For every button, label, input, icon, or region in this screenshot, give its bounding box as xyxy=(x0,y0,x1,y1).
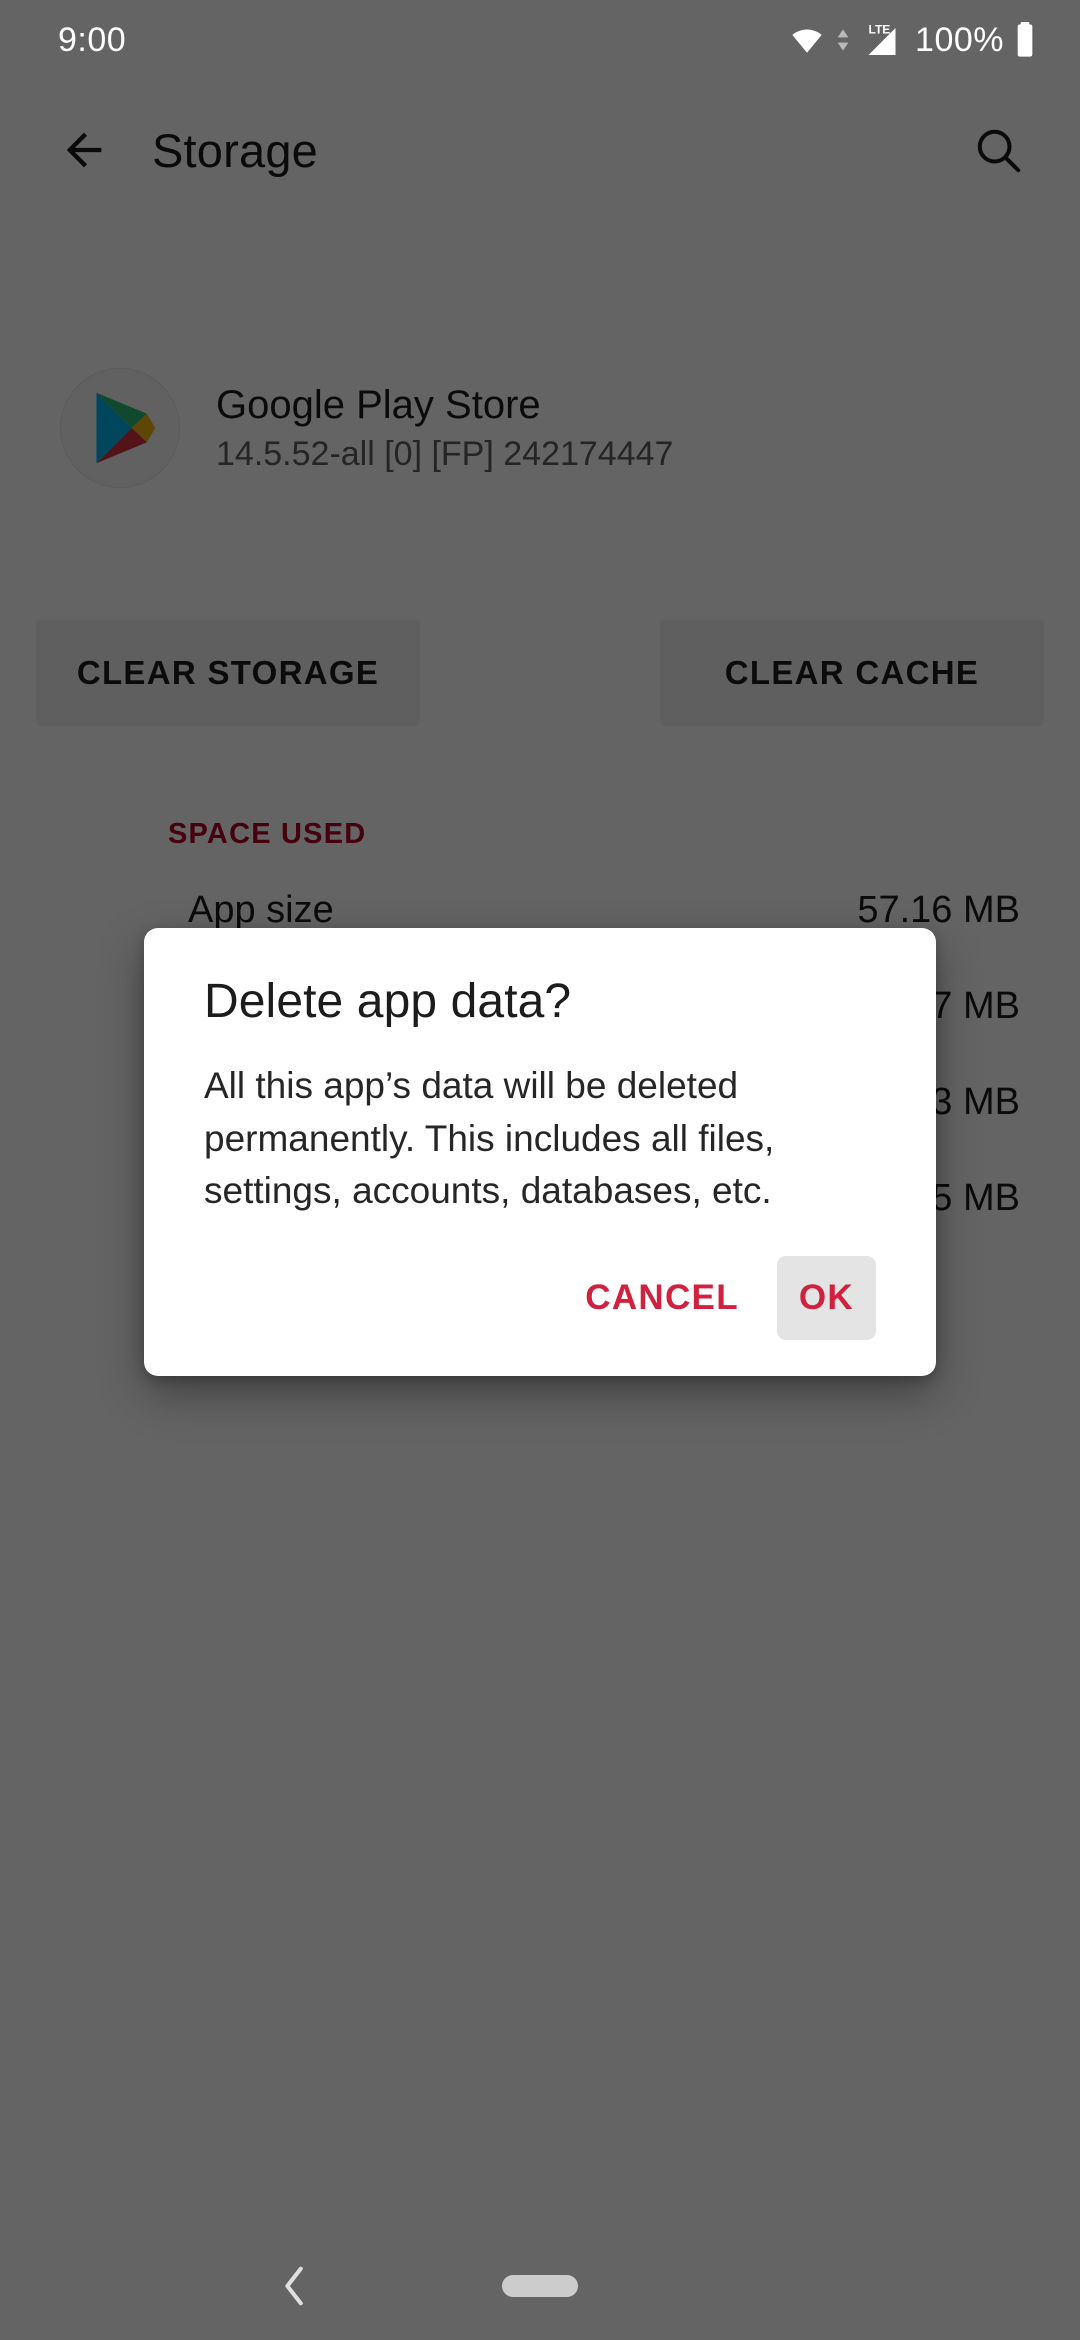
nav-back-button[interactable] xyxy=(260,2251,330,2321)
ok-button[interactable]: OK xyxy=(776,1255,876,1340)
svg-text:LTE: LTE xyxy=(869,22,891,36)
wifi-icon xyxy=(792,29,822,53)
status-icons: LTE 100% xyxy=(789,20,1036,60)
battery-percent-label: 100% xyxy=(915,20,1004,59)
navigation-bar xyxy=(0,2232,1080,2340)
data-transfer-icon xyxy=(837,29,849,51)
delete-app-data-dialog: Delete app data? All this app’s data wil… xyxy=(144,928,936,1376)
battery-icon xyxy=(1017,22,1033,57)
dialog-title: Delete app data? xyxy=(204,975,572,1028)
cancel-button[interactable]: CANCEL xyxy=(569,1262,755,1334)
status-clock: 9:00 xyxy=(58,20,127,59)
dialog-message: All this app’s data will be deleted perm… xyxy=(204,1065,775,1212)
dialog-action-row: CANCEL OK xyxy=(204,1218,876,1376)
nav-home-pill-icon[interactable] xyxy=(502,2275,578,2297)
nav-back-chevron-icon xyxy=(285,2266,303,2306)
status-bar: 9:00 LTE 100% xyxy=(0,0,1080,80)
lte-signal-icon: LTE xyxy=(868,22,896,55)
